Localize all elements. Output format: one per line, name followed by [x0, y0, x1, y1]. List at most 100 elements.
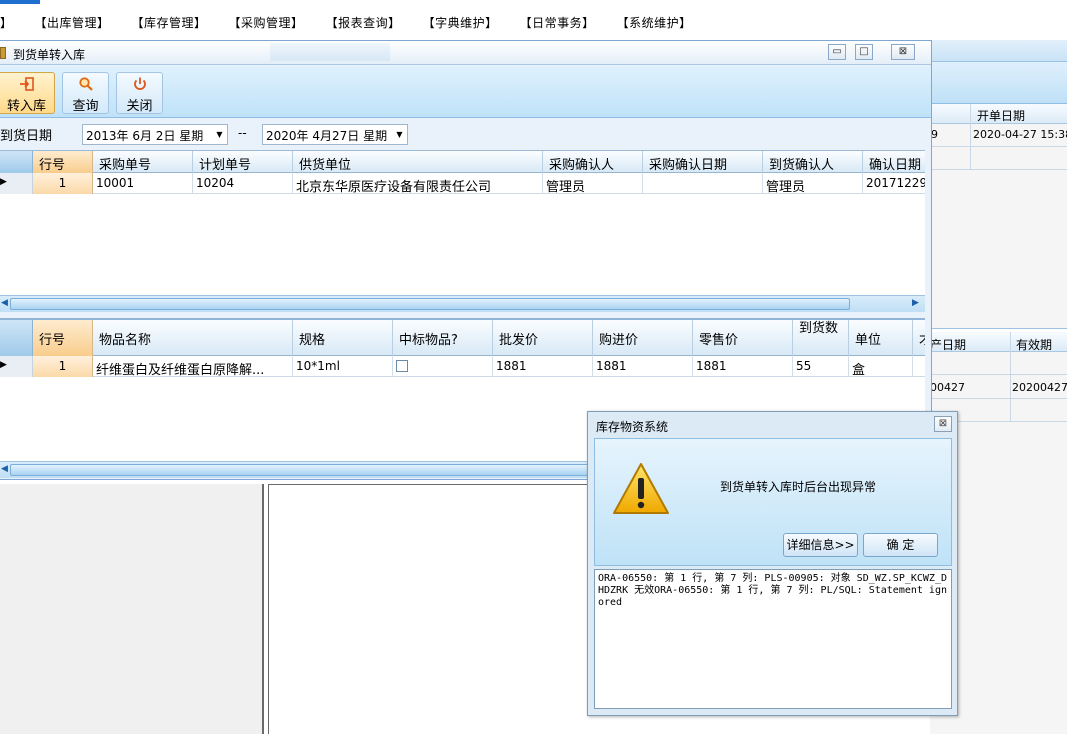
cell-item-name: 纤维蛋白及纤维蛋白原降解... — [93, 356, 293, 377]
item-grid-header: 行号 物品名称 规格 中标物品? 批发价 购进价 零售价 到货数 单位 才 — [0, 320, 925, 356]
minimize-button[interactable]: ▭ — [828, 44, 846, 60]
menu-items: 】 【出库管理】 【库存管理】 【采购管理】 【报表查询】 【字典维护】 【日常… — [0, 14, 714, 32]
cell-purchase-no: 10001 — [93, 173, 193, 194]
start-date-value: 2013年 6月 2日 星期 — [86, 129, 204, 143]
bg-open-date-value: 2020-04-27 15:38 — [973, 128, 1067, 141]
col-open-date: 开单日期 — [977, 109, 1026, 123]
item-col-winning-bid[interactable]: 中标物品? — [393, 320, 493, 356]
table-row[interactable]: ▶ 1 10001 10204 北京东华原医疗设备有限责任公司 管理员 管理员 … — [0, 173, 925, 194]
dialog-title: 库存物资系统 — [596, 420, 669, 434]
dialog-message: 到货单转入库时后台出现异常 — [720, 480, 877, 494]
end-date-picker[interactable]: 2020年 4月27日 星期 ▼ — [262, 124, 408, 145]
start-date-picker[interactable]: 2013年 6月 2日 星期 ▼ — [82, 124, 228, 145]
menu-item-outbound[interactable]: 【出库管理】 — [35, 14, 110, 32]
grid-corner — [0, 320, 33, 356]
bg-cell-9: 9 — [931, 128, 938, 141]
table-row[interactable]: ▶ 1 纤维蛋白及纤维蛋白原降解... 10*1ml 1881 1881 188… — [0, 356, 925, 377]
col-expiry: 有效期 — [1016, 338, 1053, 352]
scroll-right-icon[interactable]: ▶ — [912, 298, 919, 308]
item-col-unit[interactable]: 单位 — [849, 320, 913, 356]
cell-wholesale: 1881 — [493, 356, 593, 377]
dialog-body: 到货单转入库时后台出现异常 详细信息>> 确 定 — [594, 438, 952, 566]
menu-item-reports[interactable]: 【报表查询】 — [326, 14, 401, 32]
menu-item-purchase[interactable]: 【采购管理】 — [229, 14, 304, 32]
order-grid-header: 行号 采购单号 计划单号 供货单位 采购确认人 采购确认日期 到货确认人 确认日… — [0, 151, 925, 173]
background-titlebar — [930, 40, 1067, 62]
dialog-close-button[interactable]: ⊠ — [934, 416, 952, 432]
cell-confirm-date: 20171229 — [863, 173, 925, 194]
close-button[interactable]: 关闭 — [116, 72, 163, 114]
menu-item-inventory[interactable]: 【库存管理】 — [132, 14, 207, 32]
title-strip — [0, 0, 40, 4]
cell-unit: 盒 — [849, 356, 913, 377]
cell-arrival-confirm: 管理员 — [763, 173, 863, 194]
details-button[interactable]: 详细信息>> — [783, 533, 858, 557]
item-col-truncated[interactable]: 才 — [913, 320, 925, 356]
col-prod-date: 产日期 — [930, 338, 967, 352]
cell-supplier: 北京东华原医疗设备有限责任公司 — [293, 173, 543, 194]
cell-winning-bid[interactable] — [393, 356, 493, 377]
order-col-row[interactable]: 行号 — [33, 151, 93, 173]
row-pointer-icon: ▶ — [0, 356, 33, 377]
cell-buyer-confirm: 管理员 — [543, 173, 643, 194]
item-col-purchase-price[interactable]: 购进价 — [593, 320, 693, 356]
menu-item-system[interactable]: 【系统维护】 — [617, 14, 692, 32]
date-separator: -- — [238, 126, 247, 140]
grid-corner — [0, 151, 33, 173]
scroll-left-icon[interactable]: ◀ — [1, 298, 8, 308]
close-label: 关闭 — [126, 99, 153, 114]
bg-expiry-value: 20200427 — [1012, 381, 1067, 394]
winning-bid-checkbox[interactable] — [396, 360, 408, 372]
cell-plan-no: 10204 — [193, 173, 293, 194]
item-col-row[interactable]: 行号 — [33, 320, 93, 356]
menu-item-daily[interactable]: 【日常事务】 — [520, 14, 595, 32]
order-col-arrival-confirm[interactable]: 到货确认人 — [763, 151, 863, 173]
maximize-button[interactable]: □ — [855, 44, 873, 60]
item-col-spec[interactable]: 规格 — [293, 320, 393, 356]
cell-buyer-confirm-date — [643, 173, 763, 194]
error-detail-text[interactable]: ORA-06550: 第 1 行, 第 7 列: PLS-00905: 对象 S… — [594, 569, 952, 709]
cell-arrival-qty: 55 — [793, 356, 849, 377]
toolbar: 转入库 查询 关闭 — [0, 66, 931, 118]
ok-button[interactable]: 确 定 — [863, 533, 938, 557]
order-col-buyer-confirm-date[interactable]: 采购确认日期 — [643, 151, 763, 173]
cell-spec: 10*1ml — [293, 356, 393, 377]
power-icon — [117, 76, 162, 94]
window-icon — [0, 47, 6, 59]
cell-purchase-price: 1881 — [593, 356, 693, 377]
date-filter: 到货日期 2013年 6月 2日 星期 ▼ -- 2020年 4月27日 星期 … — [0, 119, 931, 149]
row-number: 1 — [33, 173, 93, 194]
order-col-purchase-no[interactable]: 采购单号 — [93, 151, 193, 173]
chevron-down-icon[interactable]: ▼ — [213, 126, 226, 143]
search-icon — [63, 76, 108, 94]
query-button[interactable]: 查询 — [62, 72, 109, 114]
query-label: 查询 — [72, 99, 99, 114]
order-col-confirm-date[interactable]: 确认日期 — [863, 151, 925, 173]
scroll-thumb[interactable] — [10, 464, 670, 476]
date-filter-label: 到货日期 — [0, 129, 53, 144]
scroll-left-icon[interactable]: ◀ — [1, 464, 8, 474]
close-window-button[interactable]: ⊠ — [891, 44, 915, 60]
item-col-arrival-qty[interactable]: 到货数 — [793, 320, 849, 356]
transfer-button[interactable]: 转入库 — [0, 72, 55, 114]
warning-icon — [611, 461, 671, 517]
item-col-wholesale[interactable]: 批发价 — [493, 320, 593, 356]
window-title: 到货单转入库 — [13, 48, 86, 62]
ghost-tab — [270, 43, 390, 61]
order-col-plan-no[interactable]: 计划单号 — [193, 151, 293, 173]
order-col-buyer-confirm[interactable]: 采购确认人 — [543, 151, 643, 173]
item-col-name[interactable]: 物品名称 — [93, 320, 293, 356]
left-bottom-panel — [0, 484, 264, 734]
row-number: 1 — [33, 356, 93, 377]
menu-item-dictionary[interactable]: 【字典维护】 — [423, 14, 498, 32]
order-grid-scrollbar[interactable]: ◀ ▶ — [0, 295, 925, 312]
chevron-down-icon[interactable]: ▼ — [393, 126, 406, 143]
order-col-supplier[interactable]: 供货单位 — [293, 151, 543, 173]
menu-bar: 】 【出库管理】 【库存管理】 【采购管理】 【报表查询】 【字典维护】 【日常… — [0, 0, 1067, 40]
item-col-retail[interactable]: 零售价 — [693, 320, 793, 356]
scroll-thumb[interactable] — [10, 298, 850, 310]
middle-bottom-panel — [268, 484, 590, 734]
menu-item-truncated[interactable]: 】 — [0, 14, 13, 32]
row-pointer-icon: ▶ — [0, 173, 33, 194]
cell-retail: 1881 — [693, 356, 793, 377]
